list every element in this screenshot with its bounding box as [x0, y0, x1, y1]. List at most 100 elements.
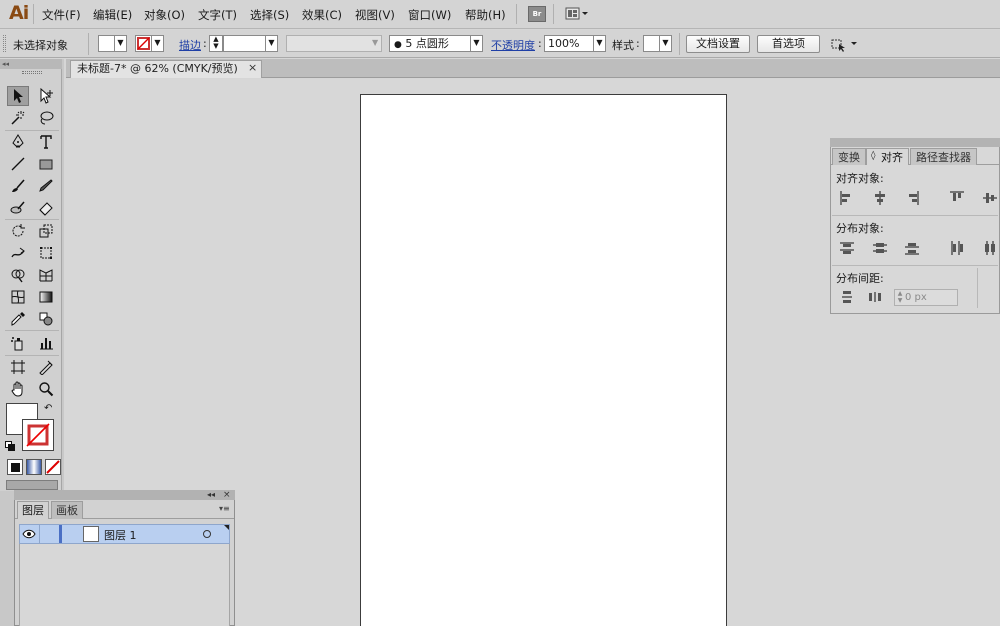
brush-dropdown[interactable]: ▼: [471, 35, 483, 52]
close-panel-icon[interactable]: ×: [223, 490, 231, 500]
distribute-horizontal-center-icon[interactable]: [983, 241, 997, 255]
tab-layers[interactable]: 图层: [17, 501, 49, 519]
distribute-bottom-icon[interactable]: [905, 241, 919, 255]
eyedropper-tool-icon[interactable]: [7, 309, 29, 329]
no-color-icon: [26, 423, 50, 447]
pencil-tool-icon[interactable]: [35, 176, 57, 196]
menu-select[interactable]: 选择(S): [250, 7, 289, 23]
workspace-switcher-icon[interactable]: [565, 6, 589, 22]
direct-selection-tool-icon[interactable]: [35, 86, 57, 106]
menu-view[interactable]: 视图(V): [355, 7, 395, 23]
align-top-icon[interactable]: [950, 191, 964, 205]
line-tool-icon[interactable]: [7, 154, 29, 174]
divider: [516, 4, 517, 24]
layer-color-indicator: [59, 525, 62, 543]
align-right-icon[interactable]: [905, 191, 919, 205]
free-transform-tool-icon[interactable]: [35, 243, 57, 263]
stroke-dropdown[interactable]: ▼: [152, 35, 164, 52]
slice-tool-icon[interactable]: [35, 357, 57, 377]
stroke-color-swatch[interactable]: [22, 419, 54, 451]
swap-colors-icon[interactable]: ↶: [44, 403, 52, 414]
type-tool-icon[interactable]: [35, 132, 57, 152]
zoom-tool-icon[interactable]: [35, 379, 57, 399]
stroke-weight-stepper[interactable]: ▲ ▼: [209, 35, 223, 52]
distribute-vertical-center-icon[interactable]: [873, 241, 887, 255]
eraser-tool-icon[interactable]: [35, 198, 57, 218]
toolbox-header[interactable]: ◂◂: [0, 59, 62, 69]
menu-object[interactable]: 对象(O): [144, 7, 185, 23]
horizontal-distribute-space-icon[interactable]: [868, 290, 882, 304]
symbol-sprayer-tool-icon[interactable]: [7, 333, 29, 353]
warp-tool-icon[interactable]: [7, 243, 29, 263]
tab-artboards[interactable]: 画板: [51, 501, 83, 519]
stroke-weight-dropdown[interactable]: ▼: [266, 35, 278, 52]
drawing-mode-icons[interactable]: [6, 480, 58, 490]
column-graph-tool-icon[interactable]: [35, 333, 57, 353]
perspective-grid-tool-icon[interactable]: [35, 265, 57, 285]
scale-tool-icon[interactable]: [35, 221, 57, 241]
toolbox-grip[interactable]: [22, 71, 42, 74]
gradient-tool-icon[interactable]: [35, 287, 57, 307]
collapse-panel-icon[interactable]: ◂◂: [207, 490, 215, 499]
stroke-weight-input[interactable]: [223, 35, 266, 52]
layers-drag-bar[interactable]: [14, 490, 235, 500]
rectangle-tool-icon[interactable]: [35, 154, 57, 174]
hand-tool-icon[interactable]: [7, 379, 29, 399]
menu-effect[interactable]: 效果(C): [302, 7, 342, 23]
default-colors-icon[interactable]: [5, 441, 15, 451]
rotate-tool-icon[interactable]: [7, 221, 29, 241]
document-setup-button[interactable]: 文档设置: [686, 35, 750, 53]
blend-tool-icon[interactable]: [35, 309, 57, 329]
layer-name[interactable]: 图层 1: [104, 527, 137, 543]
document-tab[interactable]: 未标题-7* @ 62% (CMYK/预览): [70, 60, 262, 78]
align-left-icon[interactable]: [840, 191, 854, 205]
fill-swatch[interactable]: [98, 35, 115, 52]
magic-wand-tool-icon[interactable]: [7, 108, 29, 128]
opacity-input[interactable]: 100%: [544, 35, 594, 52]
tab-transform[interactable]: 变换: [832, 148, 866, 165]
align-vertical-center-icon[interactable]: [983, 191, 997, 205]
bridge-button[interactable]: Br: [528, 6, 546, 22]
brush-definition[interactable]: ● 5 点圆形: [389, 35, 471, 52]
paintbrush-tool-icon[interactable]: [7, 176, 29, 196]
stroke-swatch[interactable]: [135, 35, 152, 52]
vertical-distribute-space-icon[interactable]: [840, 290, 854, 304]
menu-window[interactable]: 窗口(W): [408, 7, 451, 23]
preferences-button[interactable]: 首选项: [757, 35, 820, 53]
distribute-left-icon[interactable]: [950, 241, 964, 255]
close-tab-icon[interactable]: ×: [248, 61, 257, 74]
align-objects-label: 对齐对象:: [836, 172, 884, 185]
artboard[interactable]: [360, 94, 727, 626]
panel-drag-bar[interactable]: [830, 138, 1000, 147]
eye-visibility-icon[interactable]: [22, 529, 36, 539]
menu-help[interactable]: 帮助(H): [465, 7, 506, 23]
none-mode-icon[interactable]: [45, 459, 61, 475]
color-mode-icon[interactable]: [7, 459, 23, 475]
selection-tool-icon[interactable]: [7, 86, 29, 106]
mesh-tool-icon[interactable]: [7, 287, 29, 307]
variable-width-profile[interactable]: [286, 35, 382, 52]
opacity-dropdown[interactable]: ▼: [594, 35, 606, 52]
blob-brush-tool-icon[interactable]: [7, 198, 29, 218]
artboard-tool-icon[interactable]: [7, 357, 29, 377]
opacity-link[interactable]: 不透明度: [491, 37, 535, 53]
spacing-input[interactable]: ▲ ▼ 0 px: [894, 289, 958, 306]
arrange-documents-icon[interactable]: [829, 36, 859, 52]
lasso-tool-icon[interactable]: [35, 108, 57, 128]
menu-edit[interactable]: 编辑(E): [93, 7, 132, 23]
graphic-style-dropdown[interactable]: ▼: [660, 35, 672, 52]
shape-builder-tool-icon[interactable]: [7, 265, 29, 285]
distribute-top-icon[interactable]: [840, 241, 854, 255]
align-horizontal-center-icon[interactable]: [873, 191, 887, 205]
graphic-style-swatch[interactable]: [643, 35, 660, 52]
target-icon[interactable]: [203, 530, 211, 538]
tab-pathfinder[interactable]: 路径查找器: [910, 148, 977, 165]
menu-file[interactable]: 文件(F): [42, 7, 81, 23]
panel-menu-icon[interactable]: ▾≡: [219, 504, 230, 513]
grip-handle[interactable]: [3, 35, 6, 52]
gradient-mode-icon[interactable]: [26, 459, 42, 475]
fill-dropdown[interactable]: ▼: [115, 35, 127, 52]
menu-type[interactable]: 文字(T): [198, 7, 237, 23]
pen-tool-icon[interactable]: [7, 132, 29, 152]
stroke-link[interactable]: 描边: [179, 37, 201, 53]
